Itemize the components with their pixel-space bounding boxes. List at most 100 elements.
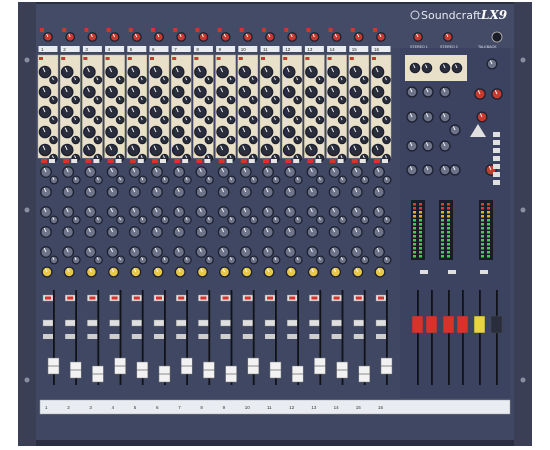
- eq-small-knob[interactable]: [182, 135, 191, 145]
- aux-send-knob[interactable]: [151, 226, 163, 238]
- eq-small-knob[interactable]: [337, 135, 347, 145]
- aux-send-knob[interactable]: [328, 186, 341, 198]
- eq-knob[interactable]: [60, 65, 74, 79]
- eq-small-knob[interactable]: [382, 115, 391, 125]
- eq-knob[interactable]: [105, 143, 118, 157]
- pan-knob[interactable]: [85, 266, 97, 278]
- master-aux-knob[interactable]: [406, 140, 418, 152]
- eq-small-knob[interactable]: [249, 115, 258, 125]
- eq-small-knob[interactable]: [138, 135, 147, 145]
- aux-pan-knob[interactable]: [204, 215, 214, 225]
- eq-small-knob[interactable]: [115, 75, 125, 85]
- gain-knob[interactable]: [331, 32, 342, 42]
- eq-knob[interactable]: [349, 85, 363, 99]
- gain-knob[interactable]: [109, 32, 120, 42]
- aux-pan-knob[interactable]: [271, 215, 281, 225]
- eq-small-knob[interactable]: [204, 75, 214, 85]
- eq-small-knob[interactable]: [315, 95, 325, 105]
- routing-button[interactable]: [93, 159, 100, 163]
- eq-small-knob[interactable]: [382, 95, 391, 105]
- routing-button[interactable]: [182, 159, 189, 163]
- aux-pan-knob[interactable]: [293, 255, 303, 265]
- eq-knob[interactable]: [149, 125, 163, 139]
- master-aux-knob[interactable]: [449, 164, 461, 176]
- aux-pan-knob[interactable]: [49, 215, 59, 225]
- aux-send-knob[interactable]: [350, 226, 363, 238]
- routing-button[interactable]: [85, 159, 92, 163]
- eq-knob[interactable]: [216, 105, 229, 119]
- group-button[interactable]: [309, 334, 320, 339]
- master-aux-knob[interactable]: [449, 124, 461, 136]
- eq-knob[interactable]: [216, 85, 229, 99]
- eq-knob[interactable]: [83, 125, 96, 139]
- routing-button[interactable]: [137, 159, 144, 163]
- aux-pan-knob[interactable]: [182, 215, 192, 225]
- aux-send-knob[interactable]: [284, 246, 297, 258]
- eq-small-knob[interactable]: [160, 95, 169, 105]
- eq-knob[interactable]: [327, 125, 340, 139]
- routing-button[interactable]: [49, 159, 55, 163]
- aux-send-knob[interactable]: [239, 226, 252, 238]
- aux-send-knob[interactable]: [40, 226, 52, 238]
- eq-knob[interactable]: [127, 85, 141, 99]
- aux-send-knob[interactable]: [84, 226, 97, 238]
- group-fader-cap[interactable]: [411, 315, 424, 334]
- eq-small-knob[interactable]: [271, 115, 280, 125]
- gain-knob[interactable]: [131, 32, 142, 42]
- group-button[interactable]: [220, 334, 231, 339]
- aux-send-knob[interactable]: [128, 166, 141, 178]
- return-knob[interactable]: [474, 88, 486, 100]
- group-assign-button[interactable]: [420, 270, 428, 274]
- eq-small-knob[interactable]: [182, 95, 191, 105]
- aux-send-knob[interactable]: [106, 226, 119, 238]
- routing-button[interactable]: [218, 159, 225, 163]
- eq-knob[interactable]: [216, 143, 229, 157]
- aux-pan-knob[interactable]: [227, 175, 237, 185]
- aux-pan-knob[interactable]: [271, 175, 281, 185]
- eq-knob[interactable]: [305, 143, 318, 157]
- eq-small-knob[interactable]: [160, 115, 169, 125]
- aux-pan-knob[interactable]: [93, 215, 103, 225]
- pan-knob[interactable]: [263, 266, 275, 278]
- routing-button[interactable]: [351, 159, 358, 163]
- aux-send-knob[interactable]: [106, 206, 119, 218]
- master-button[interactable]: [493, 156, 500, 161]
- aux-send-knob[interactable]: [128, 206, 141, 218]
- eq-knob[interactable]: [83, 85, 96, 99]
- aux-send-knob[interactable]: [173, 186, 186, 198]
- master-fader-cap[interactable]: [490, 315, 503, 334]
- gain-knob[interactable]: [65, 32, 76, 42]
- eq-small-knob[interactable]: [315, 135, 325, 145]
- routing-button[interactable]: [107, 159, 114, 163]
- eq-small-knob[interactable]: [337, 115, 347, 125]
- aux-send-knob[interactable]: [373, 206, 385, 218]
- eq-knob[interactable]: [327, 143, 340, 157]
- aux-send-knob[interactable]: [328, 226, 341, 238]
- stereo-eq-knob[interactable]: [421, 62, 433, 74]
- aux-send-knob[interactable]: [284, 166, 297, 178]
- pan-knob[interactable]: [374, 266, 386, 278]
- eq-knob[interactable]: [149, 105, 163, 119]
- master-button[interactable]: [493, 180, 500, 185]
- master-aux-knob[interactable]: [439, 164, 451, 176]
- aux-send-knob[interactable]: [262, 166, 274, 178]
- aux-send-knob[interactable]: [128, 226, 141, 238]
- eq-knob[interactable]: [127, 125, 141, 139]
- stereo-eq-knob[interactable]: [451, 62, 463, 74]
- eq-small-knob[interactable]: [360, 95, 369, 105]
- eq-knob[interactable]: [149, 65, 163, 79]
- eq-knob[interactable]: [38, 143, 52, 157]
- aux-send-knob[interactable]: [195, 186, 208, 198]
- aux-send-knob[interactable]: [350, 246, 363, 258]
- aux-send-knob[interactable]: [328, 246, 341, 258]
- eq-small-knob[interactable]: [337, 75, 347, 85]
- aux-pan-knob[interactable]: [249, 175, 259, 185]
- eq-small-knob[interactable]: [49, 135, 58, 145]
- solo-button[interactable]: [87, 319, 98, 327]
- gain-knob[interactable]: [87, 32, 98, 42]
- eq-knob[interactable]: [371, 85, 385, 99]
- aux-send-knob[interactable]: [195, 246, 208, 258]
- eq-knob[interactable]: [171, 125, 185, 139]
- eq-small-knob[interactable]: [271, 95, 280, 105]
- group-button[interactable]: [198, 334, 209, 339]
